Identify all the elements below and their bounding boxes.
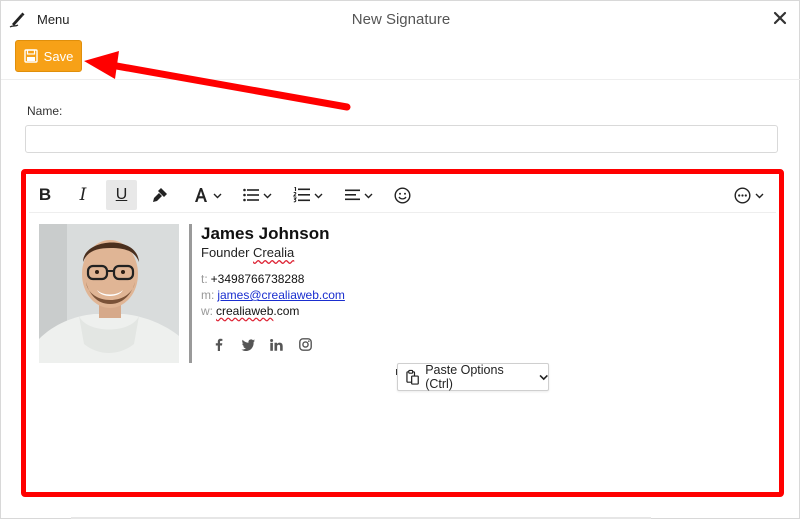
role-title: Founder (201, 245, 250, 260)
signature-phone-line: t: +3498766738288 (201, 272, 304, 286)
save-label: Save (43, 48, 74, 64)
numbered-list-button[interactable] (289, 180, 327, 210)
bold-button[interactable]: B (33, 180, 57, 210)
emoji-button[interactable] (391, 180, 413, 210)
company-name: Crealia (253, 245, 295, 260)
chevron-down-icon (755, 193, 764, 198)
align-left-icon (345, 189, 360, 201)
more-options-icon (734, 186, 751, 204)
signature-web-line: w: crealiaweb.com (201, 304, 299, 318)
title-bar: Menu New Signature (1, 1, 800, 37)
phone-label: t: (201, 272, 208, 286)
instagram-icon[interactable] (298, 337, 313, 352)
signature-editor[interactable]: B I U James Johnson Founder Crealia t: +… (29, 177, 776, 489)
chevron-down-icon (364, 193, 373, 198)
numbered-list-icon (293, 187, 310, 203)
signature-role: Founder Crealia (201, 245, 294, 260)
paste-options-label: Paste Options (Ctrl) (425, 363, 504, 391)
signature-divider-bar (189, 224, 192, 363)
signature-email-line: m: james@crealiaweb.com (201, 288, 345, 302)
chevron-down-icon (314, 193, 323, 198)
underline-button[interactable]: U (106, 180, 137, 210)
bullet-list-icon (242, 188, 259, 202)
editor-toolbar: B I U (29, 177, 776, 213)
linkedin-icon[interactable] (269, 337, 284, 352)
email-label: m: (201, 288, 215, 302)
name-input[interactable] (25, 125, 778, 153)
save-icon (23, 49, 38, 63)
new-signature-window: Menu New Signature Save Name: B I U Jame… (0, 0, 800, 519)
close-button[interactable] (769, 7, 791, 29)
chevron-down-icon (213, 193, 221, 198)
email-link[interactable]: james@crealiaweb.com (217, 288, 345, 302)
twitter-icon[interactable] (240, 337, 255, 352)
social-icons (211, 337, 313, 352)
bullet-list-button[interactable] (239, 180, 275, 210)
window-title: New Signature (351, 11, 451, 28)
close-icon (773, 11, 787, 25)
header-divider (1, 79, 800, 80)
profile-photo (39, 224, 179, 363)
save-button[interactable]: Save (15, 40, 82, 72)
chevron-down-icon (263, 193, 271, 198)
portrait-image (39, 224, 179, 363)
clipboard-icon (406, 369, 419, 385)
format-painter-button[interactable] (149, 180, 171, 210)
web-label: w: (201, 304, 213, 318)
emoji-icon (393, 186, 411, 204)
phone-value: +3498766738288 (210, 272, 305, 286)
format-painter-icon (153, 188, 167, 202)
font-color-button[interactable] (189, 180, 225, 210)
web-domain[interactable]: crealiaweb (216, 304, 273, 318)
align-button[interactable] (341, 180, 377, 210)
web-tld: .com (273, 304, 300, 318)
signature-name: James Johnson (201, 224, 330, 243)
more-options-button[interactable] (729, 180, 769, 210)
name-label: Name: (27, 104, 63, 118)
italic-button[interactable]: I (71, 180, 95, 210)
chevron-down-icon (539, 374, 548, 381)
facebook-icon[interactable] (211, 337, 226, 352)
font-color-icon (194, 188, 207, 202)
paste-options-button[interactable]: Paste Options (Ctrl) (397, 363, 549, 391)
